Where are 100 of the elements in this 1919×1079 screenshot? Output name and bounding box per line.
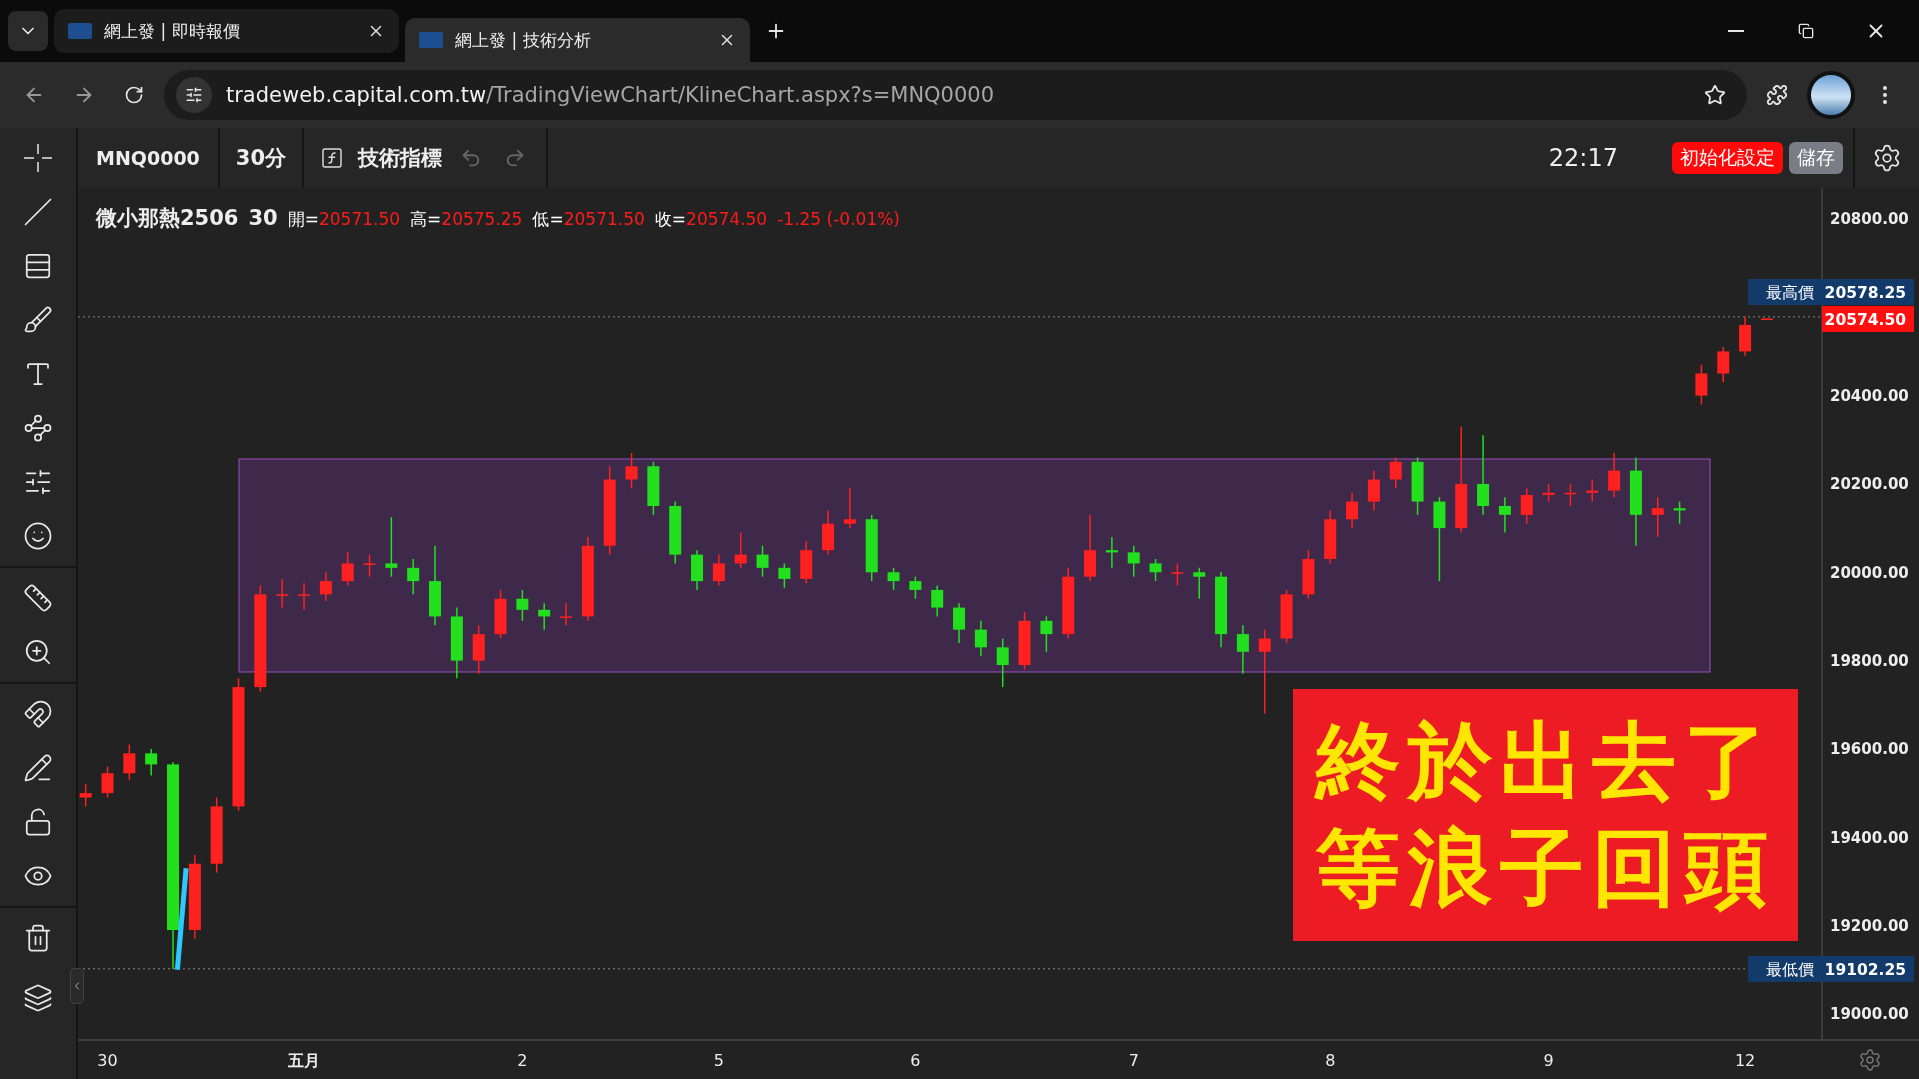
time-axis-label: 五月	[288, 1051, 320, 1070]
crosshair-icon	[22, 142, 54, 174]
candle	[407, 558, 420, 596]
ohlc-value: 高=20575.25	[410, 208, 523, 231]
projection-icon	[23, 467, 53, 497]
candle	[1324, 509, 1337, 565]
unlock-icon	[23, 807, 53, 837]
function-icon	[320, 146, 345, 170]
time-axis-label: 30	[97, 1051, 118, 1070]
candle	[538, 602, 551, 631]
price-change: -1.25 (-0.01%)	[777, 209, 900, 229]
price-axis-label: 20000.00	[1830, 563, 1909, 582]
price-axis-label: 19800.00	[1830, 652, 1909, 671]
ohlc-value: 低=20571.50	[532, 208, 645, 231]
settings-icon	[1872, 143, 1902, 173]
settings-icon[interactable]	[1860, 1049, 1880, 1071]
low-price-label: 最低價	[1748, 956, 1822, 982]
browser-tab[interactable]: 網上發 | 技術分析	[405, 18, 750, 62]
candle	[887, 567, 900, 591]
interval-label: 30	[248, 206, 278, 230]
price-axis-label: 20800.00	[1830, 210, 1909, 229]
candle	[953, 602, 966, 644]
sliders-icon	[185, 86, 203, 104]
candle	[1389, 456, 1402, 490]
time-axis-label: 12	[1734, 1051, 1756, 1070]
reload-icon	[124, 85, 144, 105]
candle	[516, 589, 529, 622]
tab-title: 網上發 | 技術分析	[455, 28, 592, 52]
instrument-name: 微小那熱2506	[96, 205, 239, 232]
candle	[363, 553, 376, 578]
banner-text: 等浪子回頭	[1315, 818, 1776, 919]
candle	[734, 531, 747, 569]
candle	[1498, 496, 1511, 534]
candle	[647, 461, 660, 516]
trash-icon	[23, 923, 53, 953]
high-price-value: 20578.25	[1822, 279, 1914, 305]
candle	[1411, 456, 1424, 516]
trend-line[interactable]	[174, 867, 189, 970]
candle	[1564, 483, 1577, 507]
time-axis-label: 2	[517, 1051, 528, 1070]
pencil-icon	[23, 753, 53, 783]
candle	[1586, 478, 1599, 503]
candle	[843, 487, 856, 529]
candle	[1040, 615, 1053, 653]
last-price-value: 20574.50	[1822, 306, 1914, 332]
time-axis-label: 6	[910, 1051, 921, 1070]
candle	[341, 551, 354, 587]
candle	[712, 553, 725, 587]
brush-icon	[23, 305, 53, 335]
ruler-icon	[23, 583, 53, 613]
banner-text: 終於出去了	[1315, 711, 1776, 812]
tab-title: 網上發 | 即時報價	[104, 19, 241, 43]
candle	[1084, 514, 1097, 582]
menu-icon	[1883, 86, 1887, 104]
site-logo-icon	[419, 32, 443, 48]
candle	[691, 549, 704, 591]
candle	[319, 571, 332, 602]
indicators-label[interactable]: 技術指標	[358, 144, 443, 172]
candle	[145, 748, 158, 777]
browser-tab[interactable]: 網上發 | 即時報價	[54, 9, 399, 53]
candle	[101, 765, 114, 799]
price-axis-label: 19600.00	[1830, 740, 1909, 759]
candle	[79, 783, 92, 808]
candle	[1018, 611, 1031, 671]
high-price-label: 最高價	[1748, 279, 1822, 305]
ohlc-value: 開=20571.50	[287, 208, 401, 231]
profile-avatar[interactable]	[1807, 71, 1855, 119]
candle	[1717, 346, 1730, 384]
price-axis-label: 20200.00	[1830, 475, 1909, 494]
candle	[1520, 487, 1533, 525]
candle	[865, 514, 878, 582]
candle	[298, 582, 310, 611]
price-axis-label: 19200.00	[1830, 917, 1909, 936]
candle	[669, 500, 682, 565]
candle	[778, 562, 791, 589]
candle	[494, 589, 507, 640]
time-axis-label: 7	[1128, 1051, 1139, 1070]
price-axis-label: 20400.00	[1830, 387, 1909, 406]
candle	[1149, 558, 1162, 582]
candle	[974, 620, 987, 657]
time-axis-label: 9	[1543, 1051, 1554, 1070]
candle	[276, 578, 289, 609]
candle	[909, 575, 922, 600]
candle	[1280, 589, 1293, 644]
minimize-icon	[1728, 30, 1744, 32]
toolbar-button[interactable]: 儲存	[1789, 142, 1843, 174]
restore-icon	[1798, 23, 1814, 39]
clock-time: 22:17	[1548, 144, 1618, 172]
site-info-button[interactable]	[176, 77, 212, 113]
candle	[625, 452, 638, 490]
puzzle-icon	[1766, 84, 1788, 106]
parallel-lines-icon	[23, 251, 53, 281]
time-axis-label: 8	[1325, 1051, 1336, 1070]
range-box[interactable]	[238, 458, 1711, 673]
candle	[1171, 562, 1184, 587]
candle	[472, 624, 485, 675]
candle	[1193, 567, 1206, 600]
collapse-handle[interactable]	[70, 968, 84, 1004]
candle	[800, 540, 813, 585]
toolbar-button[interactable]: 初始化設定	[1672, 142, 1783, 174]
